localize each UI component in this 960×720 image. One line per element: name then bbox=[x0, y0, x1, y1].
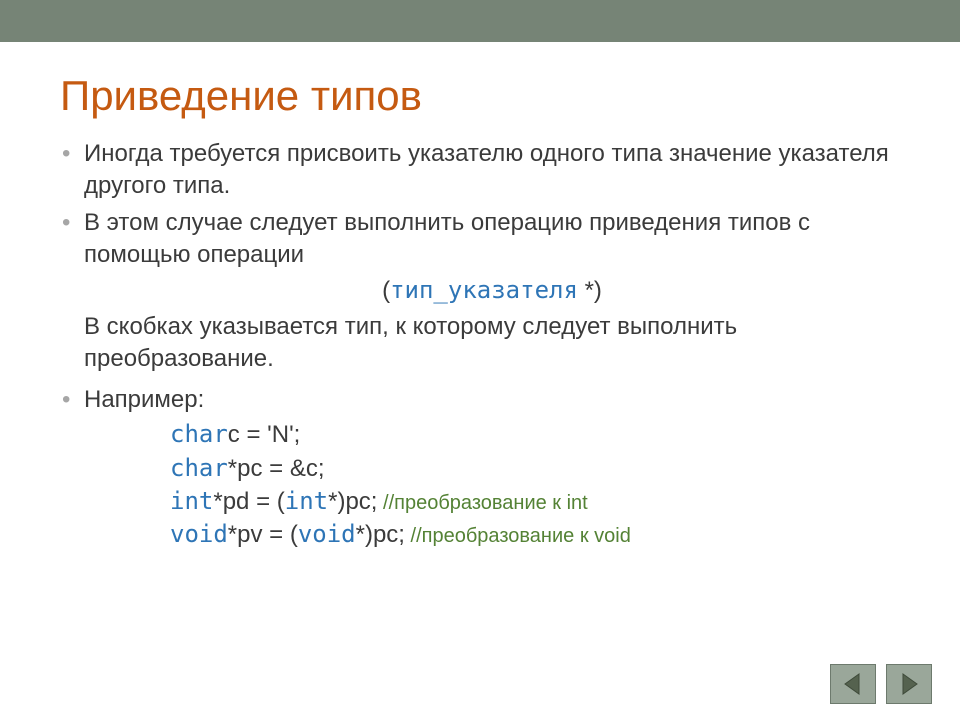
code-text: c = 'N'; bbox=[228, 421, 301, 448]
bullet-3: Например: charc = 'N'; char*pc = &c; int… bbox=[60, 384, 900, 552]
syntax-keyword: тип_указателя bbox=[390, 276, 578, 304]
bullet-1: Иногда требуется присвоить указателю одн… bbox=[60, 138, 900, 203]
code-block: charc = 'N'; char*pc = &c; int*pd = (int… bbox=[84, 418, 900, 552]
code-line-4: void*pv = (void*)pc; //преобразование к … bbox=[170, 518, 900, 551]
code-text: *)pc; bbox=[328, 488, 377, 515]
code-text: *pd = ( bbox=[213, 488, 284, 515]
code-text: *)pc; bbox=[356, 521, 405, 548]
code-kw: char bbox=[170, 420, 228, 448]
code-comment: //преобразование к int bbox=[377, 492, 587, 514]
explanation-text: В скобках указывается тип, к которому сл… bbox=[60, 311, 900, 376]
syntax-open: ( bbox=[382, 277, 390, 304]
code-line-2: char*pc = &c; bbox=[170, 452, 900, 485]
code-line-1: charc = 'N'; bbox=[170, 418, 900, 451]
syntax-line: (тип_указателя *) bbox=[84, 274, 900, 307]
code-kw: char bbox=[170, 454, 228, 482]
code-comment: //преобразование к void bbox=[405, 525, 631, 547]
bullet-3-text: Например: bbox=[84, 386, 204, 413]
syntax-close: *) bbox=[578, 277, 602, 304]
code-text: *pc = &c; bbox=[228, 455, 325, 482]
slide-title: Приведение типов bbox=[60, 72, 960, 120]
slide: Приведение типов Иногда требуется присво… bbox=[0, 0, 960, 720]
prev-slide-button[interactable] bbox=[830, 664, 876, 704]
code-line-3: int*pd = (int*)pc; //преобразование к in… bbox=[170, 485, 900, 518]
bullet-2-text: В этом случае следует выполнить операцию… bbox=[84, 209, 810, 268]
code-kw: void bbox=[298, 520, 356, 548]
arrow-left-icon bbox=[840, 671, 866, 697]
arrow-right-icon bbox=[896, 671, 922, 697]
code-text: *pv = ( bbox=[228, 521, 298, 548]
bullet-2: В этом случае следует выполнить операцию… bbox=[60, 207, 900, 307]
decorative-top-bar bbox=[0, 0, 960, 42]
next-slide-button[interactable] bbox=[886, 664, 932, 704]
code-kw: void bbox=[170, 520, 228, 548]
slide-body: Иногда требуется присвоить указателю одн… bbox=[60, 138, 900, 552]
nav-controls bbox=[830, 664, 932, 704]
code-kw: int bbox=[170, 487, 213, 515]
code-kw: int bbox=[285, 487, 328, 515]
